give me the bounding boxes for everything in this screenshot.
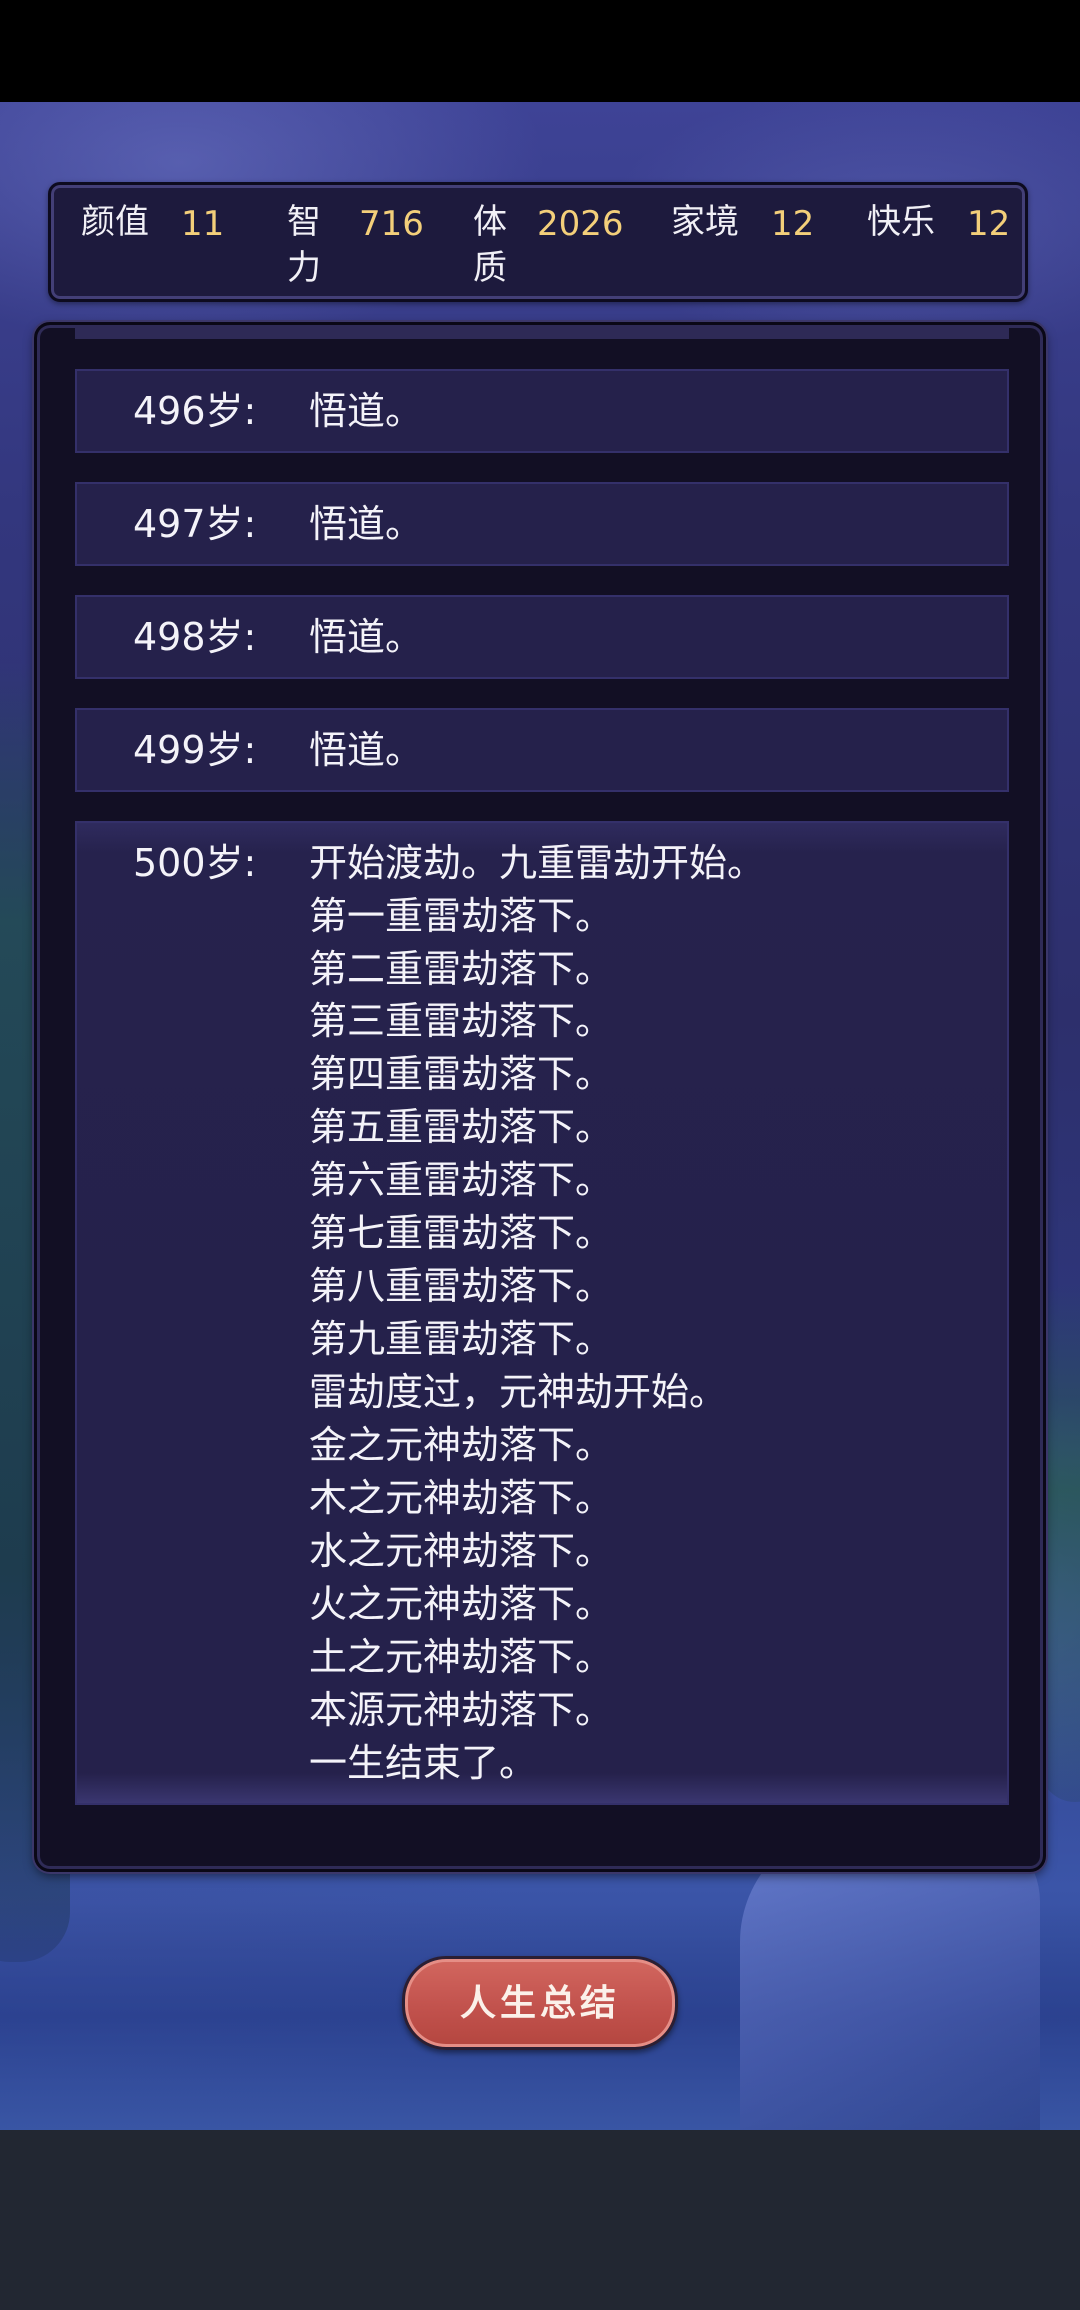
panel-scroll-edge — [75, 325, 1009, 339]
log-entry-line: 第一重雷劫落下。 — [309, 894, 614, 938]
log-entry-line: 本源元神劫落下。 — [309, 1688, 614, 1732]
stat-value: 12 — [771, 204, 815, 244]
log-entry-line: 一生结束了。 — [309, 1741, 538, 1785]
log-entry-age: 498岁: — [133, 615, 257, 659]
log-entry-text: 悟道。 — [309, 615, 424, 659]
stat-value: 716 — [359, 204, 424, 244]
log-entry-line: 第四重雷劫落下。 — [309, 1052, 614, 1096]
background-tree — [1040, 1282, 1080, 1802]
stat-label: 颜值 — [81, 202, 149, 242]
log-entry-line: 火之元神劫落下。 — [309, 1582, 614, 1626]
log-entry: 496岁: 悟道。 — [75, 369, 1009, 453]
bottom-empty-area — [0, 2130, 1080, 2310]
life-summary-button[interactable]: 人生总结 — [402, 1956, 678, 2050]
log-entry-line: 第二重雷劫落下。 — [309, 947, 614, 991]
log-entry-text: 悟道。 — [309, 389, 424, 433]
log-entry-line: 第五重雷劫落下。 — [309, 1105, 614, 1149]
log-entry-line: 第三重雷劫落下。 — [309, 999, 614, 1043]
stat-value: 12 — [967, 204, 1011, 244]
stat-label: 快乐 — [867, 202, 935, 242]
log-entry-final: 500岁: 开始渡劫。九重雷劫开始。 第一重雷劫落下。 第二重雷劫落下。 第三重… — [75, 821, 1009, 1805]
log-entry-text: 悟道。 — [309, 502, 424, 546]
log-entry-age: 496岁: — [133, 389, 257, 433]
log-entry-line: 土之元神劫落下。 — [309, 1635, 614, 1679]
log-entry-line: 雷劫度过，元神劫开始。 — [309, 1370, 728, 1414]
status-bar-area — [0, 0, 1080, 102]
log-entry-line: 开始渡劫。九重雷劫开始。 — [309, 841, 766, 885]
log-entry-line: 第六重雷劫落下。 — [309, 1158, 614, 1202]
log-entry-line: 金之元神劫落下。 — [309, 1423, 614, 1467]
stat-label: 体质 — [473, 202, 507, 288]
log-entry-line: 第八重雷劫落下。 — [309, 1264, 614, 1308]
log-entry-text: 悟道。 — [309, 728, 424, 772]
stat-label: 智力 — [287, 202, 321, 288]
log-entry-line: 第九重雷劫落下。 — [309, 1317, 614, 1361]
stat-value: 11 — [181, 204, 225, 244]
attribute-stats-bar: 颜值 11 智力 716 体质 2026 家境 12 快乐 12 — [48, 182, 1028, 302]
life-summary-button-label: 人生总结 — [459, 1982, 620, 2024]
log-entry-line: 水之元神劫落下。 — [309, 1529, 614, 1573]
life-log-panel[interactable]: 496岁: 悟道。 497岁: 悟道。 498岁: 悟道。 499岁: 悟道。 … — [34, 322, 1046, 1872]
log-entry-age: 499岁: — [133, 728, 257, 772]
log-entry: 499岁: 悟道。 — [75, 708, 1009, 792]
log-entry-age: 497岁: — [133, 502, 257, 546]
log-entry: 497岁: 悟道。 — [75, 482, 1009, 566]
stat-value: 2026 — [537, 204, 624, 244]
log-entry-age: 500岁: — [133, 841, 257, 885]
log-entry-line: 第七重雷劫落下。 — [309, 1211, 614, 1255]
log-entry: 498岁: 悟道。 — [75, 595, 1009, 679]
log-entry-line: 木之元神劫落下。 — [309, 1476, 614, 1520]
stat-label: 家境 — [671, 202, 739, 242]
